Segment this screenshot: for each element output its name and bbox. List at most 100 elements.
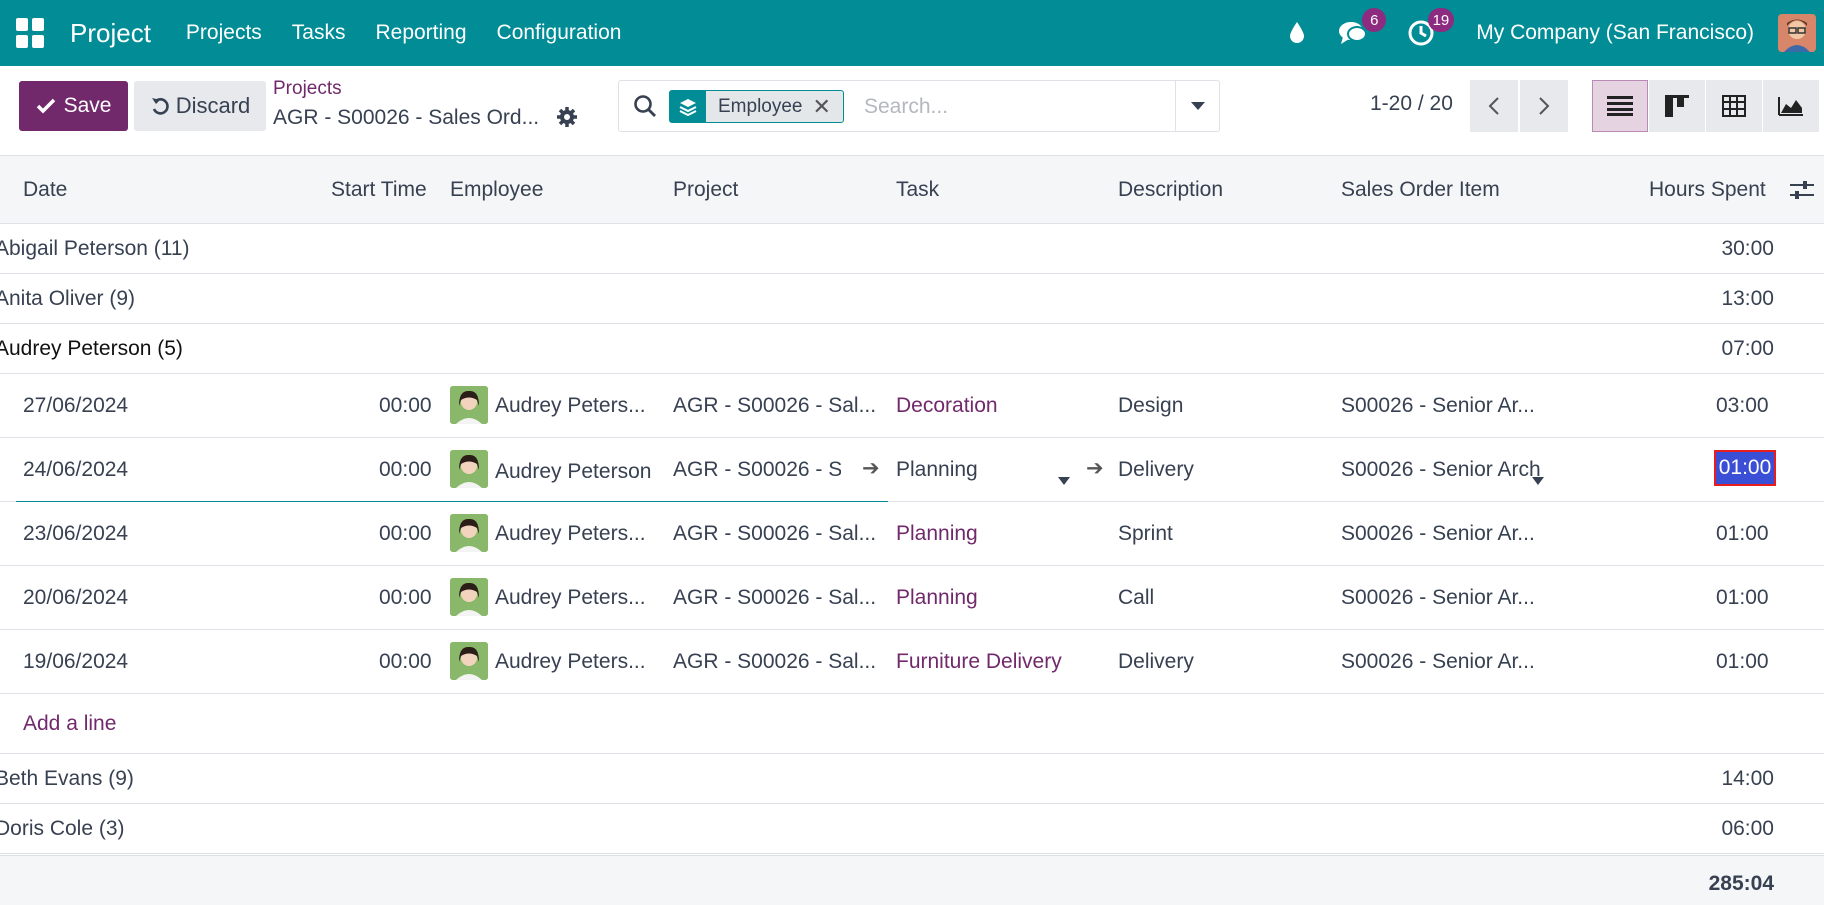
col-sales-order-item[interactable]: Sales Order Item (1341, 178, 1500, 202)
chevron-left-icon (1488, 97, 1499, 115)
cell-date[interactable]: 20/06/2024 (23, 586, 128, 610)
table-row[interactable]: 19/06/2024 00:00 Audrey Peters... AGR - … (0, 630, 1824, 694)
cell-start-time[interactable]: 00:00 (379, 586, 432, 610)
table-row[interactable]: 27/06/2024 00:00 Audrey Peters... AGR - … (0, 374, 1824, 438)
col-employee[interactable]: Employee (450, 178, 543, 202)
cell-sales-order-item[interactable]: S00026 - Senior Ar... (1341, 522, 1551, 546)
employee-input[interactable]: Audrey Peterson (495, 460, 655, 484)
cell-date[interactable]: 24/06/2024 (23, 458, 128, 482)
cell-date[interactable]: 23/06/2024 (23, 522, 128, 546)
cell-date[interactable]: 27/06/2024 (23, 394, 128, 418)
group-hours: 30:00 (1721, 237, 1774, 260)
col-description[interactable]: Description (1118, 178, 1223, 202)
col-hours-spent[interactable]: Hours Spent (1649, 178, 1766, 202)
cell-employee[interactable]: Audrey Peters... (495, 522, 650, 546)
chevron-right-icon (1539, 97, 1550, 115)
gear-icon[interactable] (556, 106, 578, 134)
col-task[interactable]: Task (896, 178, 939, 202)
facet-remove-icon[interactable]: ✕ (813, 91, 843, 122)
sales-order-item-input[interactable]: S00026 - Senior Arch (1341, 458, 1549, 482)
cell-hours[interactable]: 01:00 (1716, 650, 1769, 674)
cell-start-time[interactable]: 00:00 (379, 458, 432, 482)
graph-view-button[interactable] (1763, 80, 1819, 132)
project-input[interactable]: AGR - S00026 - S (673, 458, 841, 482)
droplet-icon[interactable] (1280, 16, 1314, 50)
group-row-expanded[interactable]: Audrey Peterson (5) 07:00 (0, 324, 1824, 374)
cell-hours[interactable]: 01:00 (1716, 522, 1769, 546)
optional-columns-icon[interactable] (1790, 180, 1814, 206)
cell-project[interactable]: AGR - S00026 - Sal... (673, 394, 878, 418)
table-row[interactable]: 20/06/2024 00:00 Audrey Peters... AGR - … (0, 566, 1824, 630)
company-switcher[interactable]: My Company (San Francisco) (1476, 21, 1754, 45)
group-row[interactable]: Abigail Peterson (11) 30:00 (0, 224, 1824, 274)
group-name: Abigail Peterson (11) (0, 237, 190, 260)
cell-task[interactable]: Planning (896, 586, 978, 610)
col-date[interactable]: Date (23, 178, 67, 202)
group-hours: 06:00 (1721, 817, 1774, 840)
apps-menu-icon[interactable] (16, 18, 46, 48)
cell-employee[interactable]: Audrey Peters... (495, 650, 650, 674)
cell-project[interactable]: AGR - S00026 - Sal... (673, 522, 878, 546)
cell-description[interactable]: Design (1118, 394, 1183, 418)
task-internal-link-icon[interactable]: ➔ (1086, 456, 1104, 481)
cell-start-time[interactable]: 00:00 (379, 394, 432, 418)
app-brand[interactable]: Project (70, 18, 151, 49)
search-icon[interactable] (633, 94, 657, 124)
col-start-time[interactable]: Start Time (331, 178, 427, 202)
cell-employee[interactable]: Audrey Peters... (495, 586, 650, 610)
messages-icon[interactable]: 6 (1336, 8, 1387, 50)
cell-hours[interactable]: 01:00 (1716, 586, 1769, 610)
cell-task[interactable]: Decoration (896, 394, 998, 418)
breadcrumb-projects-link[interactable]: Projects (273, 78, 342, 100)
project-internal-link-icon[interactable]: ➔ (862, 456, 880, 481)
cell-project[interactable]: AGR - S00026 - Sal... (673, 586, 878, 610)
pivot-view-button[interactable] (1706, 80, 1762, 132)
task-input[interactable]: Planning (896, 458, 978, 482)
group-row[interactable]: Beth Evans (9) 14:00 (0, 754, 1824, 804)
search-input[interactable] (864, 91, 1164, 123)
cell-start-time[interactable]: 00:00 (379, 650, 432, 674)
cell-sales-order-item[interactable]: S00026 - Senior Ar... (1341, 650, 1551, 674)
table-header: Date Start Time Employee Project Task De… (0, 156, 1824, 224)
menu-reporting[interactable]: Reporting (375, 21, 466, 45)
pager-next-button[interactable] (1520, 80, 1568, 132)
group-name: Anita Oliver (9) (0, 287, 136, 310)
save-button[interactable]: Save (19, 81, 128, 131)
cell-description[interactable]: Call (1118, 586, 1154, 610)
group-row[interactable]: Doris Cole (3) 06:00 (0, 804, 1824, 854)
cell-date[interactable]: 19/06/2024 (23, 650, 128, 674)
discard-button[interactable]: Discard (134, 81, 266, 131)
cell-task[interactable]: Planning (896, 522, 978, 546)
task-dropdown-caret-icon[interactable] (1058, 467, 1070, 491)
cell-description[interactable]: Sprint (1118, 522, 1173, 546)
user-avatar[interactable] (1778, 14, 1816, 52)
description-input[interactable]: Delivery (1118, 458, 1194, 482)
employee-avatar (450, 578, 488, 616)
kanban-view-button[interactable] (1649, 80, 1705, 132)
grid-table-icon (1722, 95, 1746, 117)
table-row-editing[interactable]: 24/06/2024 00:00 Audrey Peterson AGR - S… (0, 438, 1824, 502)
group-row[interactable]: Anita Oliver (9) 13:00 (0, 274, 1824, 324)
cell-project[interactable]: AGR - S00026 - Sal... (673, 650, 878, 674)
menu-configuration[interactable]: Configuration (497, 21, 622, 45)
cell-hours[interactable]: 03:00 (1716, 394, 1769, 418)
menu-projects[interactable]: Projects (186, 21, 262, 45)
add-line-link[interactable]: Add a line (23, 712, 116, 736)
pager-previous-button[interactable] (1470, 80, 1518, 132)
col-project[interactable]: Project (673, 178, 738, 202)
cell-sales-order-item[interactable]: S00026 - Senior Ar... (1341, 394, 1551, 418)
table-row[interactable]: 23/06/2024 00:00 Audrey Peters... AGR - … (0, 502, 1824, 566)
pager-value[interactable]: 1-20 / 20 (1370, 92, 1453, 116)
hours-input-selected[interactable]: 01:00 (1714, 450, 1776, 486)
cell-sales-order-item[interactable]: S00026 - Senior Ar... (1341, 586, 1551, 610)
cell-employee[interactable]: Audrey Peters... (495, 394, 650, 418)
search-options-toggle[interactable] (1175, 81, 1219, 131)
employee-avatar (450, 450, 488, 488)
sales-order-dropdown-caret-icon[interactable] (1532, 467, 1544, 491)
cell-task[interactable]: Furniture Delivery (896, 650, 1062, 674)
cell-start-time[interactable]: 00:00 (379, 522, 432, 546)
menu-tasks[interactable]: Tasks (292, 21, 346, 45)
list-view-button[interactable] (1592, 80, 1648, 132)
activities-clock-icon[interactable]: 19 (1404, 8, 1455, 50)
cell-description[interactable]: Delivery (1118, 650, 1194, 674)
